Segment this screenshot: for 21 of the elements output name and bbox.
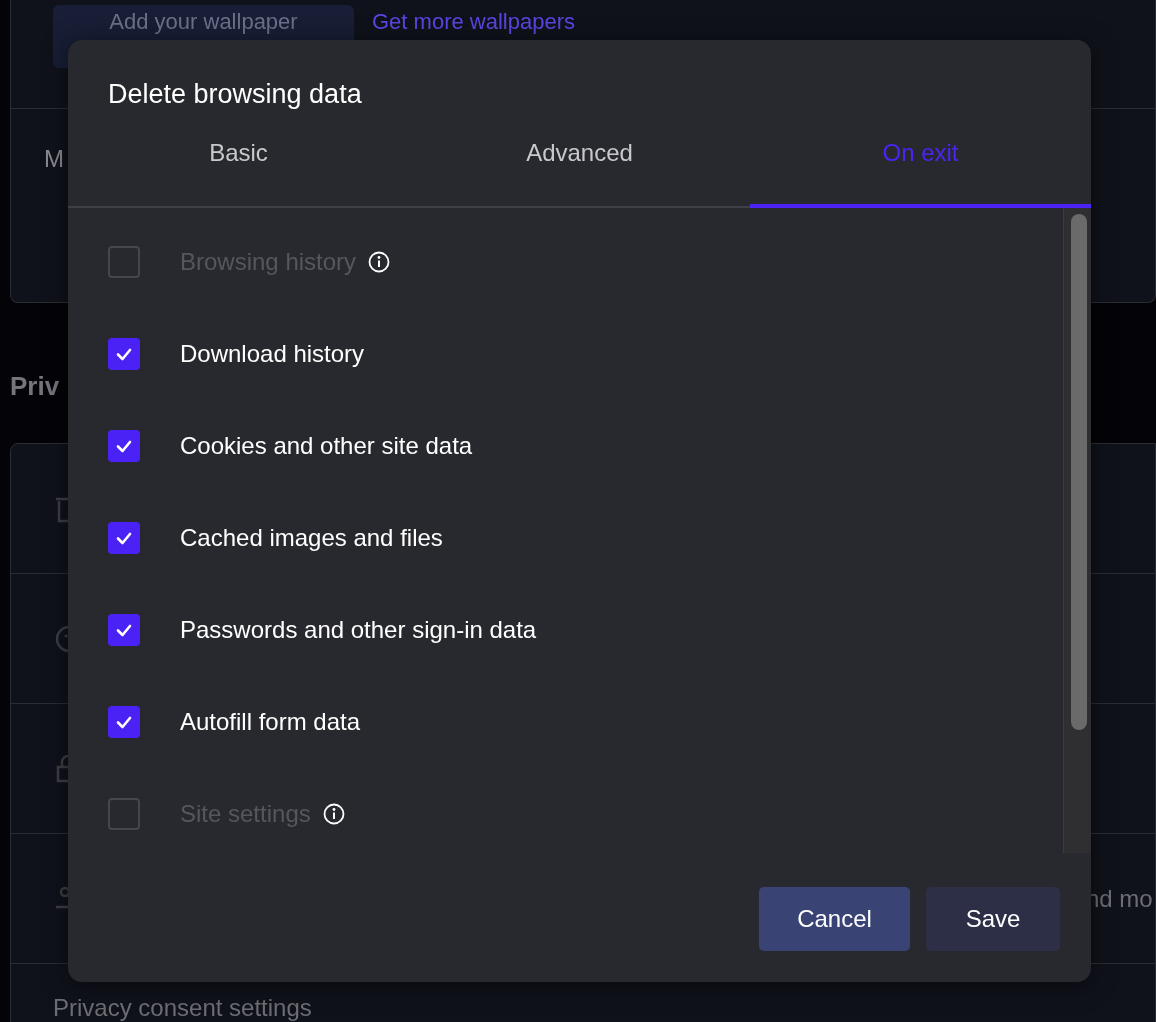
checkbox[interactable]	[108, 430, 140, 462]
save-button[interactable]: Save	[926, 887, 1060, 951]
cancel-button[interactable]: Cancel	[759, 887, 910, 951]
tab[interactable]: Basic	[68, 112, 409, 208]
checkbox-label: Cookies and other site data	[180, 432, 473, 460]
smiley-icon	[56, 624, 69, 653]
tab[interactable]: Advanced	[409, 112, 750, 208]
section-heading: Priv	[10, 371, 61, 403]
checkbox[interactable]	[108, 522, 140, 554]
privacy-consent-link[interactable]: Privacy consent settings	[53, 994, 312, 1021]
checkbox[interactable]	[108, 614, 140, 646]
checkbox-label: Autofill form data	[180, 708, 361, 736]
checkbox-label: Download history	[180, 340, 365, 368]
row-label: M	[44, 145, 64, 172]
checkbox[interactable]	[108, 706, 140, 738]
dialog-title: Delete browsing data	[107, 78, 363, 111]
checkbox-label: Passwords and other sign-in data	[180, 616, 537, 644]
scrollbar[interactable]	[1063, 208, 1091, 853]
checkbox[interactable]	[108, 338, 140, 370]
lock-icon	[56, 754, 69, 783]
checkbox-label: Cached images and files	[180, 524, 443, 552]
